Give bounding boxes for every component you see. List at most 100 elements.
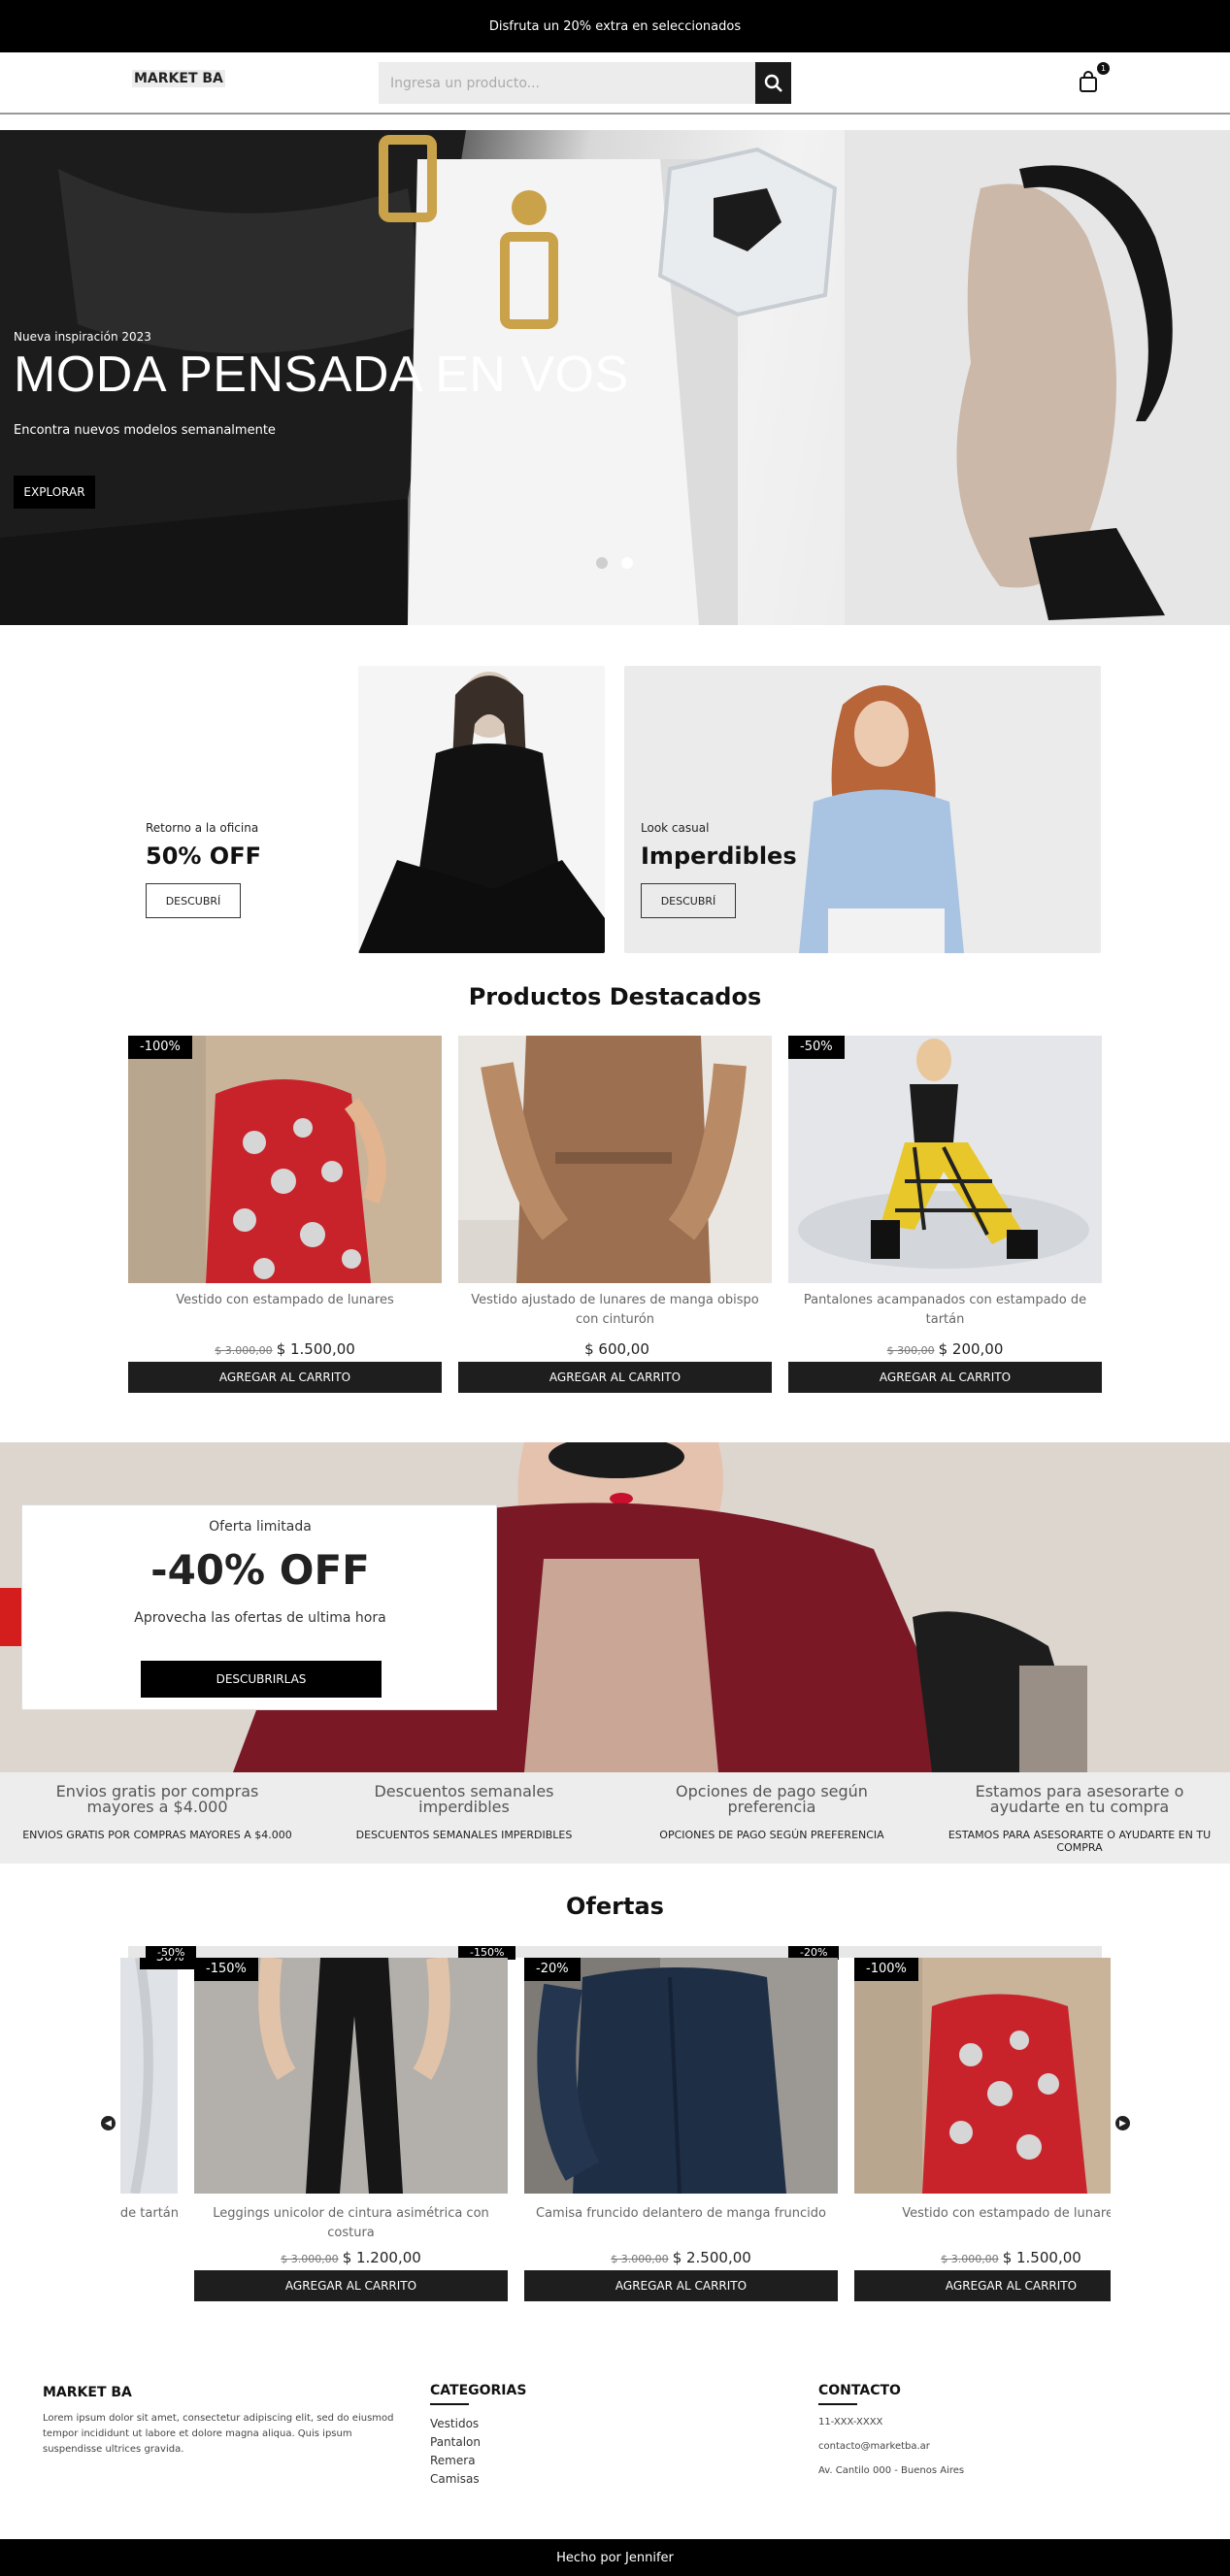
chevron-left-icon: ◀ <box>105 2118 112 2129</box>
navy-shirt-image <box>524 1958 838 2194</box>
offer-description: Aprovecha las ofertas de ultima hora <box>134 1610 386 1626</box>
product-price: $ 3.000,00 $ 1.500,00 <box>854 2249 1111 2266</box>
chevron-right-icon: ▶ <box>1119 2118 1126 2129</box>
add-to-cart-button[interactable]: AGREGAR AL CARRITO <box>788 1362 1102 1393</box>
featured-title: Productos Destacados <box>468 983 762 1010</box>
footer-title-underline <box>818 2403 857 2405</box>
old-price: $ 300,00 <box>886 1344 935 1357</box>
promo-image-office <box>358 666 605 953</box>
footer-email[interactable]: contacto@marketba.ar <box>818 2439 930 2455</box>
explore-button[interactable]: EXPLORAR <box>14 476 95 509</box>
add-to-cart-button[interactable]: AGREGAR AL CARRITO <box>194 2270 508 2301</box>
cart-count-badge: 1 <box>1097 62 1110 75</box>
dress-polka-image <box>128 1036 442 1283</box>
feature-item: Opciones de pago según preferencia OPCIO… <box>636 1782 927 1842</box>
footer-category-link[interactable]: Remera <box>430 2452 481 2470</box>
product-price: $ 3.000,00 $ 2.500,00 <box>524 2249 838 2266</box>
product-name: Vestido con estampado de lunares <box>902 2206 1111 2221</box>
feature-item: Estamos para asesorarte o ayudarte en tu… <box>944 1784 1225 1855</box>
hero-subtitle: Nueva inspiración 2023 <box>14 330 151 344</box>
promo-office-title: 50% OFF <box>146 842 261 870</box>
slider-dot-2[interactable] <box>621 557 633 569</box>
hero-description: Encontra nuevos modelos semanalmente <box>14 423 276 438</box>
promo-office-subtitle: Retorno a la oficina <box>146 821 259 835</box>
product-name: Vestido ajustado de lunares de manga obi… <box>471 1293 759 1327</box>
footer-category-link[interactable]: Camisas <box>430 2470 481 2489</box>
dress-polka-image <box>854 1958 1111 2194</box>
product-price: $ 3.000,00 $ 1.200,00 <box>194 2249 508 2266</box>
search-button[interactable] <box>755 62 791 104</box>
product-image[interactable] <box>458 1036 772 1283</box>
product-price: $ 3.000,00 $ 1.500,00 <box>128 1340 442 1358</box>
product-image[interactable] <box>120 1958 178 2194</box>
product-name: de tartán <box>120 2206 179 2221</box>
current-price: $ 200,00 <box>938 1340 1004 1358</box>
product-name: Vestido con estampado de lunares <box>176 1293 394 1307</box>
footer-about: Lorem ipsum dolor sit amet, consectetur … <box>43 2413 394 2455</box>
footer-phone[interactable]: 11-XXX-XXXX <box>818 2415 882 2430</box>
dress-brown-image <box>458 1036 772 1283</box>
footer-category-link[interactable]: Pantalon <box>430 2433 481 2452</box>
old-price: $ 3.000,00 <box>215 1344 273 1357</box>
discount-badge: -100% <box>128 1036 192 1059</box>
carousel-prev-button[interactable]: ◀ <box>101 2116 116 2130</box>
product-name: Camisa fruncido delantero de manga frunc… <box>536 2206 826 2221</box>
old-price: $ 3.000,00 <box>611 2253 669 2265</box>
announcement-bar: Disfruta un 20% extra en seleccionados <box>0 0 1230 52</box>
site-logo[interactable]: MARKET BA <box>132 70 225 87</box>
slider-dot-1[interactable] <box>596 557 608 569</box>
search-input[interactable] <box>379 62 755 104</box>
footer-category-link[interactable]: Vestidos <box>430 2415 481 2433</box>
product-name: Leggings unicolor de cintura asimétrica … <box>213 2206 489 2240</box>
feature-label: OPCIONES DE PAGO SEGÚN PREFERENCIA <box>659 1829 884 1841</box>
offer-subtitle: Oferta limitada <box>209 1519 312 1535</box>
hero-slider: Nueva inspiración 2023 MODA PENSADA EN V… <box>0 130 1230 625</box>
product-image[interactable] <box>788 1036 1102 1283</box>
discount-badge: -50% <box>788 1036 845 1059</box>
carousel-ghost-row <box>128 1946 1102 1958</box>
product-image[interactable] <box>128 1036 442 1283</box>
offers-title: Ofertas <box>566 1893 664 1920</box>
footer-contact-title: CONTACTO <box>818 2383 901 2398</box>
product-price: $ 600,00 <box>458 1340 772 1358</box>
search-icon <box>764 74 782 92</box>
broken-image-alt: Descuentos semanales imperdibles <box>374 1782 554 1816</box>
promo-office-image <box>358 666 605 953</box>
discount-badge: -20% <box>524 1958 581 1981</box>
product-image[interactable] <box>854 1958 1111 2194</box>
add-to-cart-button[interactable]: AGREGAR AL CARRITO <box>458 1362 772 1393</box>
add-to-cart-button[interactable]: AGREGAR AL CARRITO <box>128 1362 442 1393</box>
product-image[interactable] <box>524 1958 838 2194</box>
shopping-bag-icon[interactable] <box>1078 70 1099 93</box>
features-strip: Envios gratis por compras mayores a $4.0… <box>0 1772 1230 1864</box>
broken-image-alt: Opciones de pago según preferencia <box>676 1782 868 1816</box>
current-price: $ 2.500,00 <box>672 2249 751 2266</box>
add-to-cart-button[interactable]: AGREGAR AL CARRITO <box>524 2270 838 2301</box>
current-price: $ 1.500,00 <box>276 1340 355 1358</box>
offers-carousel-track[interactable]: -50% de tartán -150% Leggings unicolor d… <box>120 1958 1111 2307</box>
old-price: $ 3.000,00 <box>281 2253 339 2265</box>
offer-discover-button[interactable]: DESCUBRIRLAS <box>141 1661 382 1698</box>
footer-categories-title: CATEGORIAS <box>430 2383 527 2398</box>
offer-title: -40% OFF <box>150 1546 370 1594</box>
footer-brand: MARKET BA <box>43 2385 132 2400</box>
feature-label: ESTAMOS PARA ASESORARTE O AYUDARTE EN TU… <box>947 1829 1212 1854</box>
promo-casual-title: Imperdibles <box>641 842 797 870</box>
tartan-pants-image <box>120 1958 178 2194</box>
credits-bar: Hecho por Jennifer <box>0 2539 1230 2576</box>
old-price: $ 3.000,00 <box>941 2253 999 2265</box>
product-image[interactable] <box>194 1958 508 2194</box>
feature-label: DESCUENTOS SEMANALES IMPERDIBLES <box>355 1829 573 1841</box>
promo-casual-button[interactable]: DESCUBRÍ <box>641 883 736 918</box>
product-price: $ 300,00 $ 200,00 <box>788 1340 1102 1358</box>
announcement-text: Disfruta un 20% extra en seleccionados <box>488 18 742 34</box>
add-to-cart-button[interactable]: AGREGAR AL CARRITO <box>854 2270 1111 2301</box>
footer-address: Av. Cantilo 000 - Buenos Aires <box>818 2465 965 2476</box>
discount-badge: -50% <box>140 1958 196 1969</box>
feature-label: ENVIOS GRATIS POR COMPRAS MAYORES A $4.0… <box>22 1829 292 1841</box>
offer-card: Oferta limitada -40% OFF Aprovecha las o… <box>21 1504 497 1710</box>
carousel-next-button[interactable]: ▶ <box>1115 2116 1130 2130</box>
promo-office-button[interactable]: DESCUBRÍ <box>146 883 241 918</box>
current-price: $ 1.500,00 <box>1002 2249 1081 2266</box>
promo-casual-subtitle: Look casual <box>641 821 710 835</box>
